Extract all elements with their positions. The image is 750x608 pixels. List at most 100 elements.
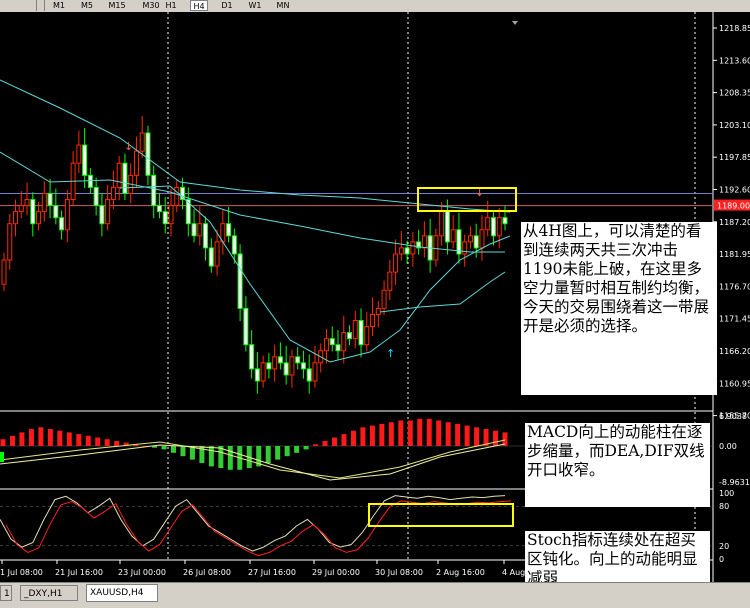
candle	[502, 217, 508, 225]
macd-histogram-bar	[114, 440, 120, 446]
candle	[277, 356, 283, 364]
candle	[1, 259, 7, 285]
macd-histogram-bar	[19, 432, 25, 446]
macd-histogram-bar	[464, 425, 470, 446]
timeframe-d1[interactable]: D1	[218, 0, 236, 11]
candle	[93, 186, 99, 207]
price-tick-label: 1197.85	[719, 153, 750, 162]
candle	[237, 253, 243, 309]
candle	[105, 199, 111, 225]
candle	[410, 241, 416, 255]
price-tick-label: 1160.95	[719, 379, 750, 388]
candle	[404, 247, 410, 255]
candle	[462, 241, 468, 255]
timeframe-mn[interactable]: MN	[274, 0, 292, 11]
macd-histogram-bar	[398, 420, 404, 446]
macd-histogram-bar	[170, 446, 176, 453]
annotation-price: 从4H图上，可以清楚的看到连续两天共三次冲击1190未能上破，在这里多空力量暂时…	[521, 222, 717, 395]
time-tick-label: 21 Jul 16:00	[55, 568, 103, 577]
candle	[341, 332, 347, 352]
macd-histogram-bar	[303, 446, 309, 450]
price-tick-label: 1192.60	[719, 186, 750, 195]
down-arrow-icon: ↓	[124, 140, 133, 153]
macd-histogram-bar	[436, 420, 442, 446]
macd-histogram-bar	[208, 446, 214, 467]
candle	[231, 235, 237, 255]
time-tick-label: 29 Jul 00:00	[312, 568, 360, 577]
macd-histogram-bar	[407, 420, 413, 446]
timeframe-h4[interactable]: H4	[190, 0, 208, 11]
candle	[467, 235, 473, 243]
candle	[18, 205, 24, 213]
candle	[289, 356, 295, 376]
macd-histogram-bar	[379, 423, 385, 446]
candle	[13, 211, 19, 225]
price-tick-label: 1213.60	[719, 56, 750, 65]
candle	[243, 307, 249, 346]
current-price-label: 1189.00	[717, 202, 750, 211]
candle	[133, 150, 139, 176]
candle	[450, 229, 456, 243]
candle	[162, 211, 168, 225]
timeframe-m1[interactable]: M1	[50, 0, 68, 11]
candle	[393, 253, 399, 273]
macd-histogram-bar	[180, 446, 186, 457]
candle	[283, 362, 289, 376]
candle	[174, 186, 180, 207]
tab-xauusd-h4[interactable]: XAUUSD,H4	[86, 584, 158, 602]
tab-1[interactable]: 1	[0, 585, 12, 601]
macd-histogram-bar	[341, 434, 347, 446]
macd-histogram-bar	[47, 429, 53, 446]
macd-histogram-bar	[313, 444, 319, 446]
timeframe-h1[interactable]: H1	[162, 0, 180, 11]
price-tick-label: 1176.70	[719, 282, 750, 291]
macd-histogram-bar	[104, 439, 110, 446]
timeframe-w1[interactable]: W1	[246, 0, 264, 11]
tab--dxy-h1[interactable]: _DXY,H1	[20, 585, 78, 601]
candle	[41, 192, 47, 213]
candle	[53, 205, 59, 219]
candle	[197, 223, 203, 237]
candle	[82, 144, 88, 176]
candle	[151, 174, 157, 207]
candle	[347, 332, 353, 340]
price-tick-label: 1181.95	[719, 250, 750, 259]
macd-histogram-bar	[66, 432, 72, 446]
candle	[352, 319, 358, 340]
macd-axis-zero: 0.00	[719, 442, 737, 451]
macd-histogram-bar	[28, 429, 34, 446]
candle	[387, 271, 393, 291]
stoch-axis-label: 20	[719, 542, 729, 551]
price-tick-label: 1208.35	[719, 89, 750, 98]
candle	[139, 132, 145, 152]
price-tick-label: 1166.20	[719, 347, 750, 356]
time-tick-label: 27 Jul 16:00	[248, 568, 296, 577]
candle	[7, 223, 13, 261]
candle	[300, 362, 306, 370]
candle	[191, 223, 197, 237]
candle	[260, 362, 266, 382]
macd-histogram-bar	[369, 425, 375, 446]
macd-histogram-bar	[0, 439, 6, 446]
timeframe-m15[interactable]: M15	[106, 0, 128, 11]
timeframe-m5[interactable]: M5	[78, 0, 96, 11]
candle	[272, 356, 278, 370]
macd-histogram-bar	[161, 446, 167, 450]
candle	[329, 338, 335, 346]
candle	[479, 229, 485, 249]
macd-histogram-bar	[85, 435, 91, 446]
candle	[64, 199, 70, 231]
macd-histogram-bar	[445, 422, 451, 446]
chart-tabs: 1 _DXY,H1 XAUUSD,H4	[0, 582, 750, 608]
time-tick-label: 23 Jul 00:00	[118, 568, 166, 577]
candle	[485, 217, 491, 231]
macd-histogram-bar	[322, 440, 328, 446]
stoch-axis-label: 80	[719, 502, 729, 511]
candle	[398, 247, 404, 255]
candle	[87, 174, 93, 188]
candle	[370, 313, 376, 328]
candle	[496, 217, 502, 237]
time-tick-label: 26 Jul 08:00	[183, 568, 231, 577]
timeframe-m30[interactable]: M30	[140, 0, 162, 11]
candle	[30, 199, 36, 225]
